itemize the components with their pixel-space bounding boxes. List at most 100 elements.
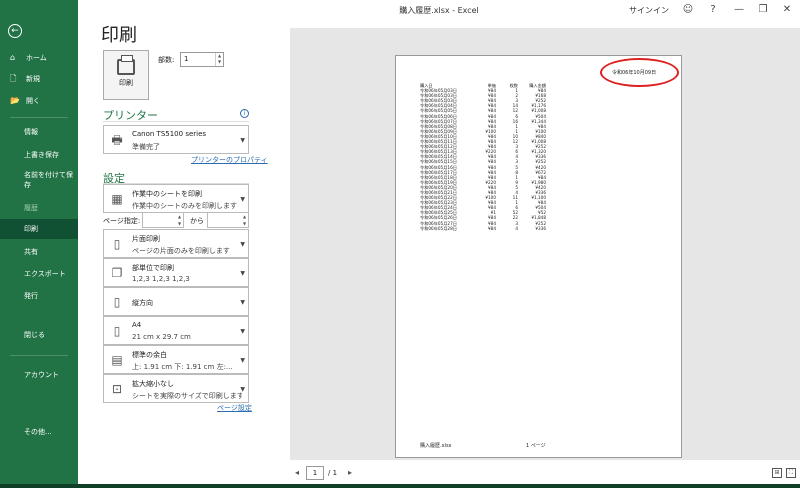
collate-icon: ❐ bbox=[111, 266, 123, 280]
printer-select[interactable]: 🖶 Canon TS5100 series 準備完了 ▼ bbox=[103, 125, 249, 154]
new-document-icon: 🗋 bbox=[10, 74, 17, 83]
sheet-grid-icon: ▦ bbox=[111, 192, 123, 206]
paper-size-title: A4 bbox=[132, 321, 142, 329]
sidebar-item-label: 開く bbox=[26, 97, 40, 105]
sidebar-divider bbox=[10, 355, 68, 356]
table-cell: 4 bbox=[515, 225, 518, 231]
page-to-input[interactable]: ▲ ▼ bbox=[207, 212, 249, 228]
restore-icon[interactable]: ❐ bbox=[754, 2, 772, 18]
dropdown-arrow-icon: ▼ bbox=[240, 137, 245, 144]
print-what-select[interactable]: ▦ 作業中のシートを印刷 作業中のシートのみを印刷します ▼ bbox=[103, 184, 249, 213]
sidebar-item-label: ホーム bbox=[26, 54, 47, 62]
previous-page-icon[interactable]: ◂ bbox=[295, 468, 299, 477]
sidebar-item-account[interactable]: アカウント bbox=[0, 365, 78, 385]
backstage-sidebar: ← ⌂ ホーム 🗋 新規 📂 開く 情報 上書き保存 名前を付けて保存 履歴 印… bbox=[0, 0, 78, 488]
smiley-icon[interactable]: ☺ bbox=[679, 2, 697, 18]
scaling-desc: シートを実際のサイズで印刷します bbox=[132, 392, 242, 400]
printer-properties-link[interactable]: プリンターのプロパティ bbox=[191, 155, 268, 165]
copies-label: 部数: bbox=[158, 56, 175, 64]
dropdown-arrow-icon: ▼ bbox=[240, 241, 245, 248]
spinner-arrows-icon[interactable]: ▲ ▼ bbox=[241, 213, 248, 227]
print-button-label: 印刷 bbox=[119, 79, 133, 87]
table-cell: ¥336 bbox=[535, 225, 546, 231]
copies-stepper[interactable]: 1 ▲ ▼ bbox=[180, 52, 224, 67]
collate-select[interactable]: ❐ 部単位で印刷 1,2,3 1,2,3 1,2,3 ▼ bbox=[103, 258, 249, 287]
scaling-select[interactable]: ⊡ 拡大縮小なし シートを実際のサイズで印刷します ▼ bbox=[103, 374, 249, 403]
printer-icon bbox=[117, 55, 135, 75]
sides-select[interactable]: ▯ 片面印刷 ページの片面のみを印刷します ▼ bbox=[103, 229, 249, 258]
print-what-desc: 作業中のシートのみを印刷します bbox=[132, 202, 237, 210]
sidebar-item-export[interactable]: エクスポート bbox=[0, 264, 78, 284]
collate-desc: 1,2,3 1,2,3 1,2,3 bbox=[132, 275, 190, 283]
page-from-input[interactable]: ▲ ▼ bbox=[142, 212, 184, 228]
sidebar-item-label: 新規 bbox=[26, 75, 40, 83]
sidebar-item-publish[interactable]: 発行 bbox=[0, 286, 78, 306]
dropdown-arrow-icon: ▼ bbox=[240, 386, 245, 393]
orientation-select[interactable]: ▯ 縦方向 ▼ bbox=[103, 287, 249, 316]
pages-to-label: から bbox=[190, 217, 204, 225]
next-page-icon[interactable]: ▸ bbox=[348, 468, 352, 477]
zoom-to-page-icon[interactable]: ⛶ bbox=[786, 468, 796, 478]
margins-title: 標準の余白 bbox=[132, 351, 167, 359]
spinner-arrows-icon[interactable]: ▲ ▼ bbox=[215, 53, 223, 66]
back-arrow-icon[interactable]: ← bbox=[8, 24, 22, 38]
paper-size-desc: 21 cm x 29.7 cm bbox=[132, 333, 191, 341]
show-margins-icon[interactable]: ⊞ bbox=[772, 468, 782, 478]
sides-title: 片面印刷 bbox=[132, 235, 160, 243]
printer-status: 準備完了 bbox=[132, 143, 160, 151]
info-icon[interactable]: i bbox=[240, 109, 249, 118]
taskbar-strip bbox=[0, 484, 800, 488]
total-pages: / 1 bbox=[328, 469, 338, 477]
preview-page: 令和06年10月09日 購入日 単価 枚数 購入金額 令和06年05月03日 ¥8… bbox=[395, 55, 682, 458]
one-sided-icon: ▯ bbox=[113, 237, 121, 251]
printer-name: Canon TS5100 series bbox=[132, 130, 207, 138]
sidebar-item-more[interactable]: その他... bbox=[0, 422, 78, 442]
signin-link[interactable]: サインイン bbox=[629, 5, 669, 16]
margins-select[interactable]: ▤ 標準の余白 上: 1.91 cm 下: 1.91 cm 左:... ▼ bbox=[103, 345, 249, 374]
help-icon[interactable]: ? bbox=[704, 2, 722, 18]
sidebar-item-home[interactable]: ⌂ ホーム bbox=[0, 48, 78, 68]
sidebar-item-close[interactable]: 閉じる bbox=[0, 325, 78, 345]
footer-page: 1 ページ bbox=[526, 443, 546, 449]
scaling-title: 拡大縮小なし bbox=[132, 380, 174, 388]
margins-icon: ▤ bbox=[111, 353, 123, 367]
sidebar-item-info[interactable]: 情報 bbox=[0, 122, 78, 142]
pages-label: ページ指定: bbox=[103, 217, 141, 225]
sidebar-item-save-as[interactable]: 名前を付けて保存 bbox=[0, 169, 78, 193]
title-bar: 購入履歴.xlsx - Excel サインイン ☺ ? — ❐ ✕ bbox=[78, 0, 800, 20]
print-what-title: 作業中のシートを印刷 bbox=[132, 190, 202, 198]
minimize-icon[interactable]: — bbox=[730, 2, 748, 18]
folder-icon: 📂 bbox=[10, 96, 20, 105]
portrait-icon: ▯ bbox=[113, 295, 121, 309]
dropdown-arrow-icon: ▼ bbox=[240, 328, 245, 335]
footer-filename: 購入履歴.xlsx bbox=[420, 443, 452, 449]
current-page-input[interactable]: 1 bbox=[306, 466, 324, 480]
sidebar-item-history: 履歴 bbox=[24, 204, 38, 212]
close-icon[interactable]: ✕ bbox=[778, 2, 796, 18]
printer-ready-icon: 🖶 bbox=[111, 133, 123, 147]
page-title: 印刷 bbox=[101, 25, 137, 46]
table-cell: ¥84 bbox=[488, 225, 496, 231]
sidebar-divider bbox=[10, 117, 68, 118]
dropdown-arrow-icon: ▼ bbox=[240, 299, 245, 306]
sidebar-item-save[interactable]: 上書き保存 bbox=[0, 145, 78, 165]
scaling-icon: ⊡ bbox=[111, 382, 123, 396]
sidebar-item-share[interactable]: 共有 bbox=[0, 242, 78, 262]
red-annotation-circle bbox=[600, 58, 679, 87]
dropdown-arrow-icon: ▼ bbox=[240, 270, 245, 277]
sidebar-item-new[interactable]: 🗋 新規 bbox=[0, 69, 78, 89]
copies-value: 1 bbox=[184, 55, 189, 63]
margins-desc: 上: 1.91 cm 下: 1.91 cm 左:... bbox=[132, 363, 233, 371]
orientation-title: 縦方向 bbox=[132, 299, 153, 307]
sides-desc: ページの片面のみを印刷します bbox=[132, 247, 230, 255]
table-cell: 令和06年05月28日 bbox=[420, 225, 457, 231]
collate-title: 部単位で印刷 bbox=[132, 264, 174, 272]
home-icon: ⌂ bbox=[10, 53, 16, 62]
paper-size-select[interactable]: ▯ A4 21 cm x 29.7 cm ▼ bbox=[103, 316, 249, 345]
paper-size-icon: ▯ bbox=[113, 324, 121, 338]
spinner-arrows-icon[interactable]: ▲ ▼ bbox=[176, 213, 183, 227]
page-setup-link[interactable]: ページ設定 bbox=[217, 403, 252, 413]
sidebar-item-open[interactable]: 📂 開く bbox=[0, 91, 78, 111]
print-button[interactable]: 印刷 bbox=[103, 50, 149, 100]
sidebar-item-print[interactable]: 印刷 bbox=[0, 219, 78, 239]
